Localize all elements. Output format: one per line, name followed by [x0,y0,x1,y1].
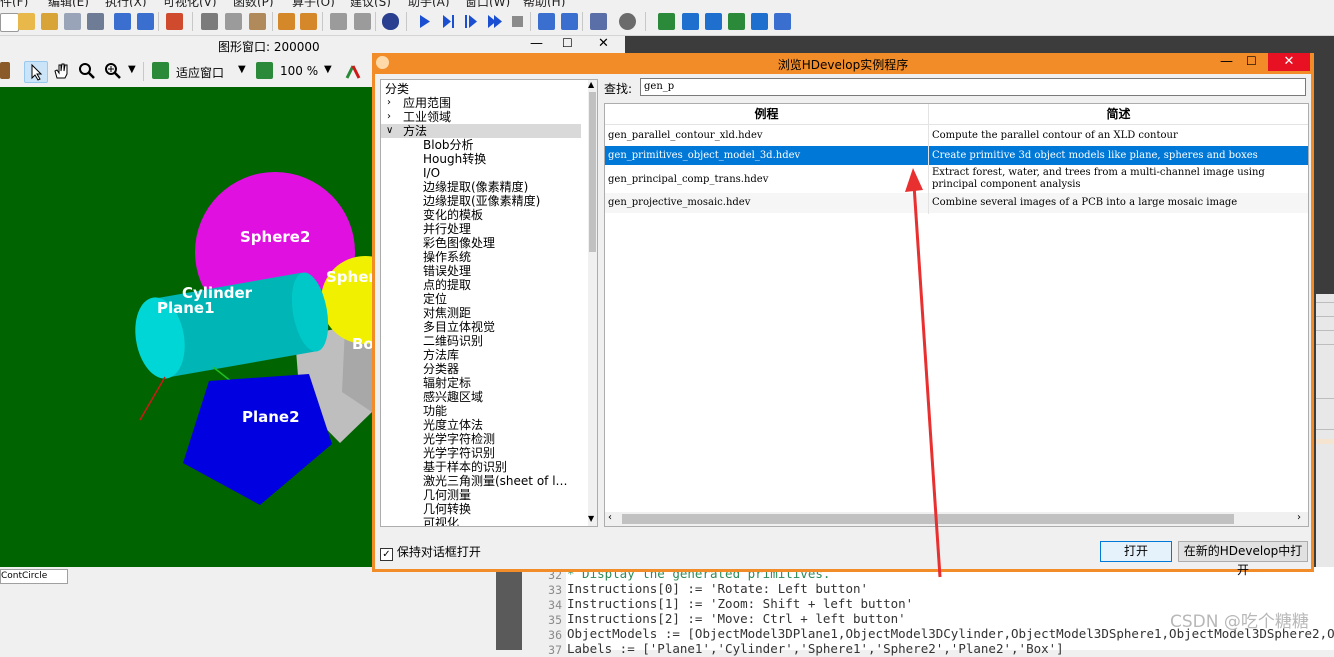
annotation-arrow [905,168,942,578]
